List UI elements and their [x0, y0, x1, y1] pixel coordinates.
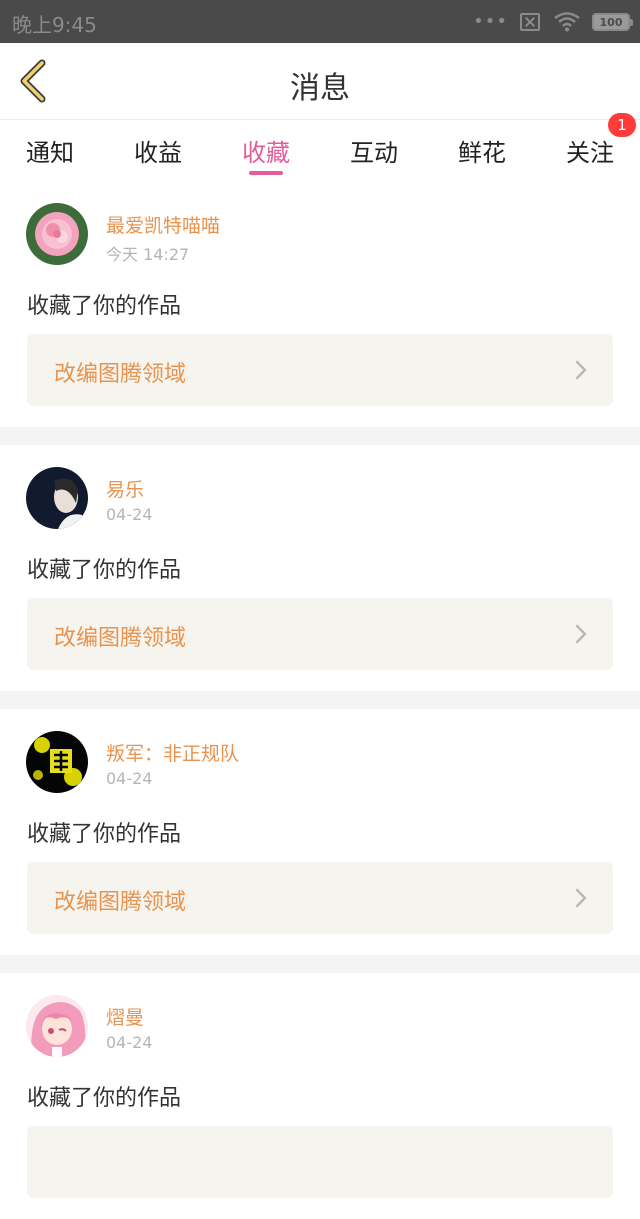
tab-earnings[interactable]: 收益: [134, 121, 182, 181]
tab-notifications[interactable]: 通知: [26, 121, 74, 181]
chevron-right-icon: [575, 360, 587, 380]
action-text: 收藏了你的作品: [27, 294, 182, 319]
active-tab-indicator: [249, 171, 283, 175]
chevron-right-icon: [575, 888, 587, 908]
more-dots-icon: •••: [473, 11, 508, 32]
message-time: 04-24: [106, 505, 153, 524]
tab-favorites[interactable]: 收藏: [242, 121, 290, 181]
divider: [0, 691, 640, 709]
user-name[interactable]: 叛军：非正规队: [106, 739, 239, 766]
tab-label: 收益: [134, 139, 182, 167]
work-title: 改编图腾领域: [54, 362, 187, 387]
action-text: 收藏了你的作品: [27, 558, 182, 583]
work-link[interactable]: [27, 1126, 613, 1198]
work-title: 改编图腾领域: [54, 626, 187, 651]
wifi-icon: [554, 12, 580, 32]
battery-level: 100: [599, 15, 623, 29]
status-bar: 晚上9:45 ••• 100: [0, 0, 640, 43]
avatar[interactable]: [26, 995, 88, 1057]
chevron-right-icon: [575, 624, 587, 644]
work-title: 改编图腾领域: [54, 890, 187, 915]
tab-label: 通知: [26, 139, 74, 167]
message-item: 叛军：非正规队 04-24 收藏了你的作品 改编图腾领域: [0, 709, 640, 955]
avatar[interactable]: [26, 731, 88, 793]
avatar[interactable]: [26, 203, 88, 265]
divider: [0, 955, 640, 973]
message-item: 最爱凯特喵喵 今天 14:27 收藏了你的作品 改编图腾领域: [0, 181, 640, 427]
work-link[interactable]: 改编图腾领域: [27, 334, 613, 406]
unread-badge: 1: [608, 113, 636, 137]
nav-bar: 消息: [0, 43, 640, 120]
work-link[interactable]: 改编图腾领域: [27, 862, 613, 934]
action-text: 收藏了你的作品: [27, 822, 182, 847]
page-title: 消息: [290, 71, 350, 106]
status-time: 晚上9:45: [12, 13, 97, 37]
tab-label: 鲜花: [458, 139, 506, 167]
action-text: 收藏了你的作品: [27, 1086, 182, 1111]
message-item: 熠曼 04-24 收藏了你的作品: [0, 973, 640, 1219]
tab-label: 互动: [350, 139, 398, 167]
message-time: 04-24: [106, 1033, 153, 1052]
work-link[interactable]: 改编图腾领域: [27, 598, 613, 670]
tab-flowers[interactable]: 鲜花: [458, 121, 506, 181]
message-list: 最爱凯特喵喵 今天 14:27 收藏了你的作品 改编图腾领域 易乐 04-24 …: [0, 181, 640, 1219]
battery-icon: 100: [592, 13, 633, 31]
user-name[interactable]: 熠曼: [106, 1003, 144, 1030]
tab-label: 关注: [566, 139, 614, 167]
tab-interactions[interactable]: 互动: [350, 121, 398, 181]
message-time: 04-24: [106, 769, 153, 788]
status-icons: ••• 100: [473, 10, 633, 34]
user-name[interactable]: 易乐: [106, 475, 144, 502]
user-name[interactable]: 最爱凯特喵喵: [106, 211, 220, 238]
divider: [0, 427, 640, 445]
tab-label: 收藏: [242, 139, 290, 167]
tab-bar: 通知 收益 收藏 互动 鲜花 关注 1: [0, 113, 640, 181]
no-sim-icon: [520, 13, 540, 31]
message-time: 今天 14:27: [106, 245, 190, 264]
message-item: 易乐 04-24 收藏了你的作品 改编图腾领域: [0, 445, 640, 691]
avatar[interactable]: [26, 467, 88, 529]
tab-follows[interactable]: 关注 1: [566, 113, 636, 181]
